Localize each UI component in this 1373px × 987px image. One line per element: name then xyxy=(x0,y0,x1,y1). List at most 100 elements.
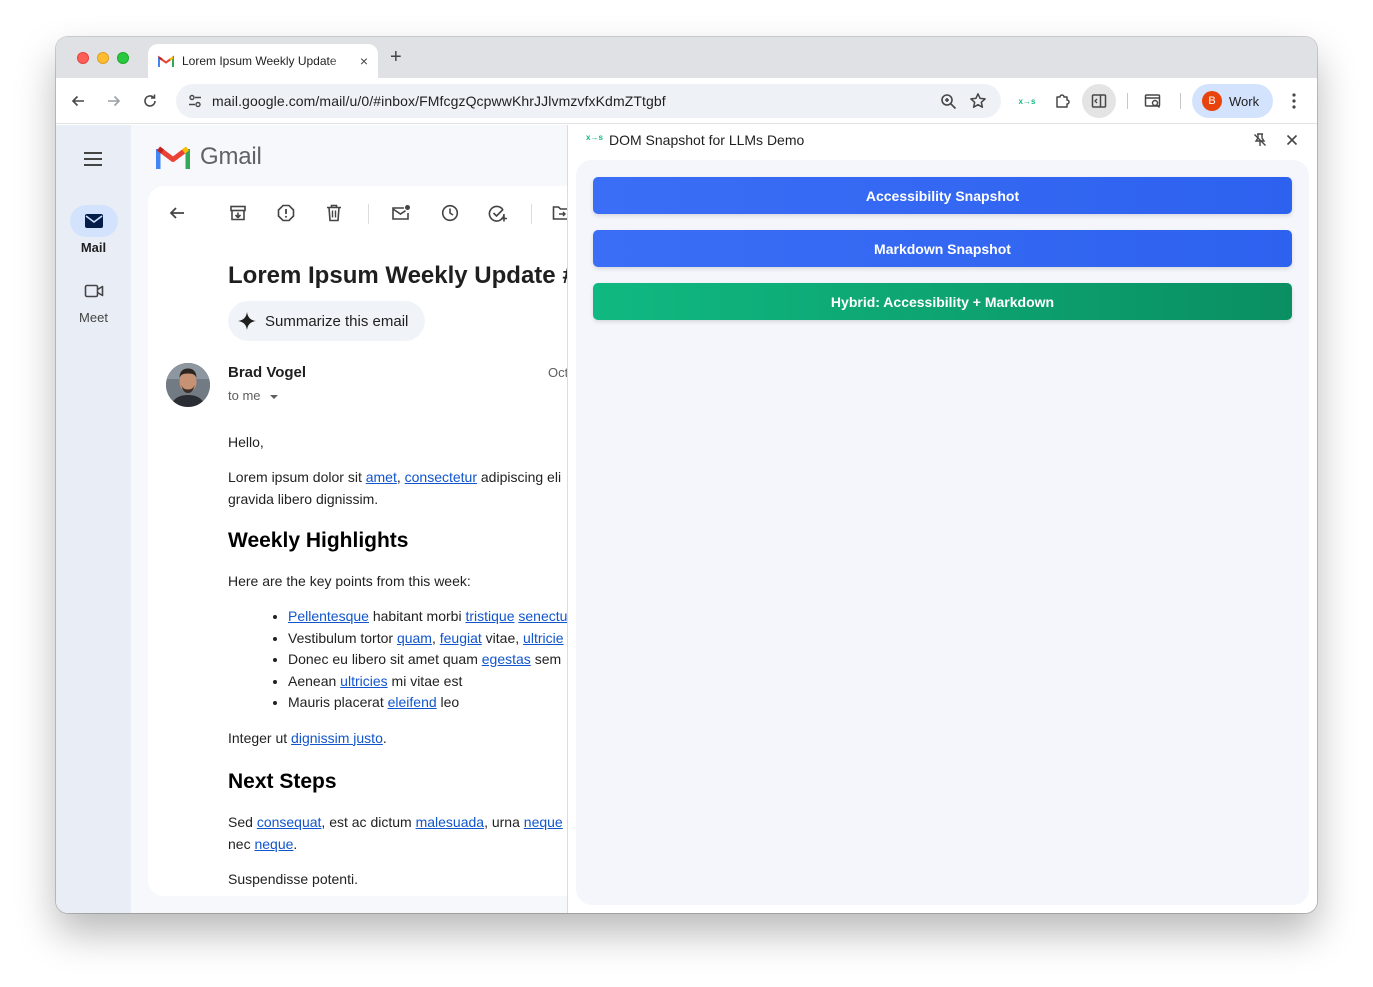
unpin-icon[interactable] xyxy=(1252,132,1268,148)
text-span: habitant morbi xyxy=(368,608,466,624)
summarize-email-button[interactable]: Summarize this email xyxy=(228,301,426,341)
browser-menu-button[interactable] xyxy=(1282,89,1306,113)
browser-tab[interactable]: Lorem Ipsum Weekly Update × xyxy=(148,44,378,78)
link-consectetur[interactable]: consectetur xyxy=(405,469,477,485)
puzzle-icon xyxy=(1056,94,1070,108)
gmail-logo[interactable]: Gmail xyxy=(156,143,262,171)
archive-button[interactable] xyxy=(227,202,249,224)
tune-icon xyxy=(189,94,201,108)
link-amet[interactable]: amet xyxy=(366,469,397,485)
rail-pill xyxy=(69,205,118,237)
back-to-inbox-button[interactable] xyxy=(166,202,188,224)
navigation-rail: Mail Meet xyxy=(56,125,131,913)
text-span: Lorem ipsum dolor sit xyxy=(228,469,366,485)
link-ultricies[interactable]: ultricie xyxy=(523,630,563,646)
bookmark-button[interactable] xyxy=(963,86,993,116)
recipient-details[interactable]: to me xyxy=(228,388,279,403)
email-subject: Lorem Ipsum Weekly Update #2 xyxy=(228,262,567,289)
forward-button[interactable] xyxy=(102,89,126,113)
close-window-button[interactable] xyxy=(77,52,89,64)
accessibility-snapshot-button[interactable]: Accessibility Snapshot xyxy=(593,177,1292,214)
hybrid-snapshot-button[interactable]: Hybrid: Accessibility + Markdown xyxy=(593,283,1292,320)
new-tab-button[interactable]: + xyxy=(390,46,402,69)
text-span: vitae, xyxy=(481,629,524,646)
toolbar-divider xyxy=(368,204,369,224)
text-span: nec xyxy=(228,835,255,852)
link-neque[interactable]: neque xyxy=(254,836,293,852)
link-consequat[interactable]: consequat xyxy=(257,814,322,830)
link-tristique[interactable]: tristique xyxy=(465,608,514,624)
tab-search-button[interactable] xyxy=(1141,89,1165,113)
text-span: , xyxy=(396,469,405,485)
tab-strip: Lorem Ipsum Weekly Update × + xyxy=(56,37,1317,78)
dom-snapshot-extension-button[interactable]: x→s xyxy=(1014,89,1040,113)
link-senectus[interactable]: senectu xyxy=(518,608,567,624)
rail-pill xyxy=(70,275,118,307)
side-panel-button[interactable] xyxy=(1082,84,1116,118)
back-button[interactable] xyxy=(66,89,90,113)
link-feugiat[interactable]: feugiat xyxy=(440,630,482,646)
integer-paragraph: Integer ut dignissim justo. xyxy=(228,727,567,749)
text-span: . xyxy=(382,729,387,746)
profile-avatar: B xyxy=(1202,91,1222,111)
link-quam[interactable]: quam xyxy=(397,630,432,646)
text-span: mi vitae est xyxy=(387,672,463,689)
text-span: Integer ut xyxy=(228,729,292,746)
side-panel-header: x→s DOM Snapshot for LLMs Demo xyxy=(568,125,1317,157)
move-to-icon xyxy=(552,206,567,220)
extensions-button[interactable] xyxy=(1051,89,1075,113)
browser-toolbar: mail.google.com/mail/u/0/#inbox/FMfcgzQc… xyxy=(56,78,1317,124)
profile-button[interactable]: B Work xyxy=(1192,84,1273,118)
link-malesuada[interactable]: malesuada xyxy=(416,814,485,830)
rail-item-mail[interactable]: Mail xyxy=(56,205,131,255)
text-span: adipiscing eli xyxy=(477,469,562,485)
address-bar[interactable]: mail.google.com/mail/u/0/#inbox/FMfcgzQc… xyxy=(176,84,1001,118)
report-spam-button[interactable] xyxy=(275,202,297,224)
report-icon xyxy=(277,204,295,222)
move-to-button[interactable] xyxy=(550,202,567,224)
reload-icon xyxy=(144,94,156,107)
snooze-button[interactable] xyxy=(439,202,461,224)
browser-window: Lorem Ipsum Weekly Update × + mail.googl… xyxy=(56,37,1317,913)
sender-avatar[interactable] xyxy=(166,363,210,407)
main-menu-icon[interactable] xyxy=(81,147,105,171)
link-dignissim-justo[interactable]: dignissim justo xyxy=(291,730,383,746)
summarize-label: Summarize this email xyxy=(265,312,409,330)
minimize-window-button[interactable] xyxy=(97,52,109,64)
markdown-snapshot-button[interactable]: Markdown Snapshot xyxy=(593,230,1292,267)
link-egestas[interactable]: egestas xyxy=(482,651,531,667)
link-pellentesque[interactable]: Pellentesque xyxy=(288,608,369,624)
link-ultricies[interactable]: ultricies xyxy=(340,673,387,689)
maximize-window-button[interactable] xyxy=(117,52,129,64)
mark-unread-button[interactable] xyxy=(390,202,412,224)
rail-item-label: Meet xyxy=(79,310,108,325)
delete-button[interactable] xyxy=(323,202,345,224)
reload-button[interactable] xyxy=(138,89,162,113)
rail-item-label: Mail xyxy=(80,240,107,255)
more-vert-icon xyxy=(1292,93,1296,109)
recipient-text: to me xyxy=(228,388,261,403)
email-body: Hello, Lorem ipsum dolor sit amet, conse… xyxy=(228,431,567,890)
text-span: Aenean xyxy=(288,672,341,689)
zoom-button[interactable] xyxy=(933,86,963,116)
list-item: Aenean ultricies mi vitae est xyxy=(288,671,567,693)
tab-close-icon[interactable]: × xyxy=(360,53,368,69)
site-settings-button[interactable] xyxy=(178,84,212,118)
close-icon[interactable] xyxy=(1284,132,1300,148)
side-panel-icon xyxy=(1091,94,1107,108)
tab-search-icon xyxy=(1144,94,1161,108)
list-item: Donec eu libero sit amet quam egestas se… xyxy=(288,649,567,671)
email-view: Lorem Ipsum Weekly Update #2 Summarize t… xyxy=(148,186,567,896)
zoom-icon xyxy=(940,93,956,109)
list-item: Mauris placerat eleifend leo xyxy=(288,692,567,714)
text-span: . xyxy=(293,835,298,852)
archive-icon xyxy=(230,205,246,221)
rail-item-meet[interactable]: Meet xyxy=(56,275,131,325)
sender-name[interactable]: Brad Vogel xyxy=(228,364,306,381)
link-eleifend[interactable]: eleifend xyxy=(388,694,437,710)
add-to-tasks-button[interactable] xyxy=(487,202,509,224)
text-span: Sed xyxy=(228,813,257,830)
add-task-icon xyxy=(488,205,507,222)
link-neque[interactable]: neque xyxy=(524,814,563,830)
email-date: Oct xyxy=(548,365,567,380)
